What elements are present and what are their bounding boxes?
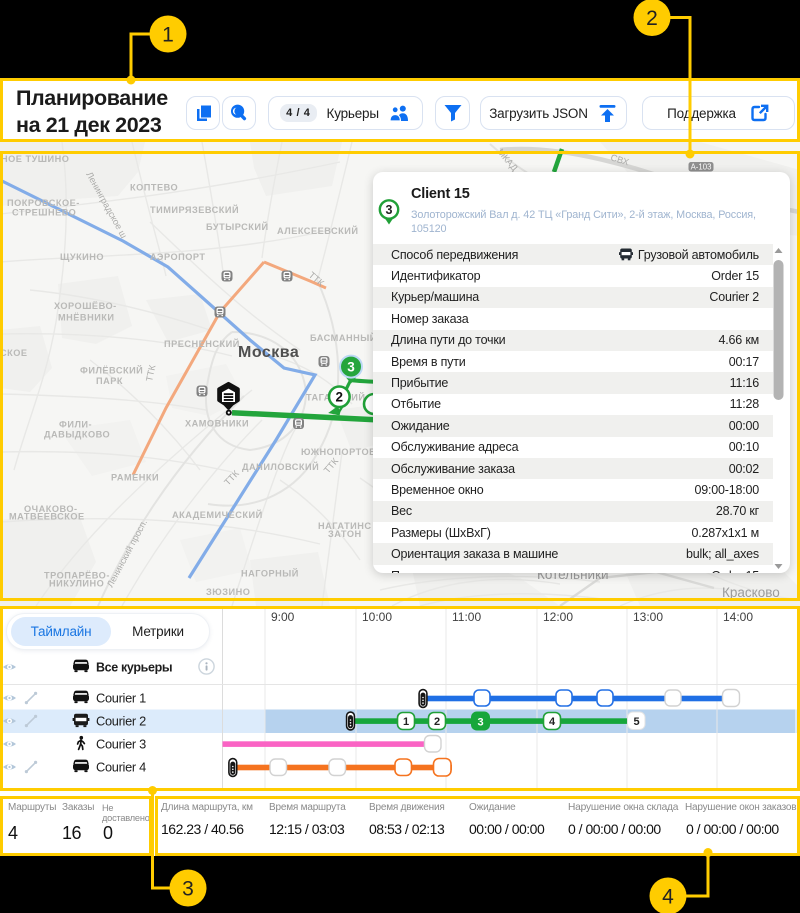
svg-text:4: 4 [662, 886, 674, 909]
svg-text:1: 1 [162, 24, 174, 47]
svg-text:3: 3 [182, 878, 194, 901]
svg-text:2: 2 [646, 7, 658, 30]
